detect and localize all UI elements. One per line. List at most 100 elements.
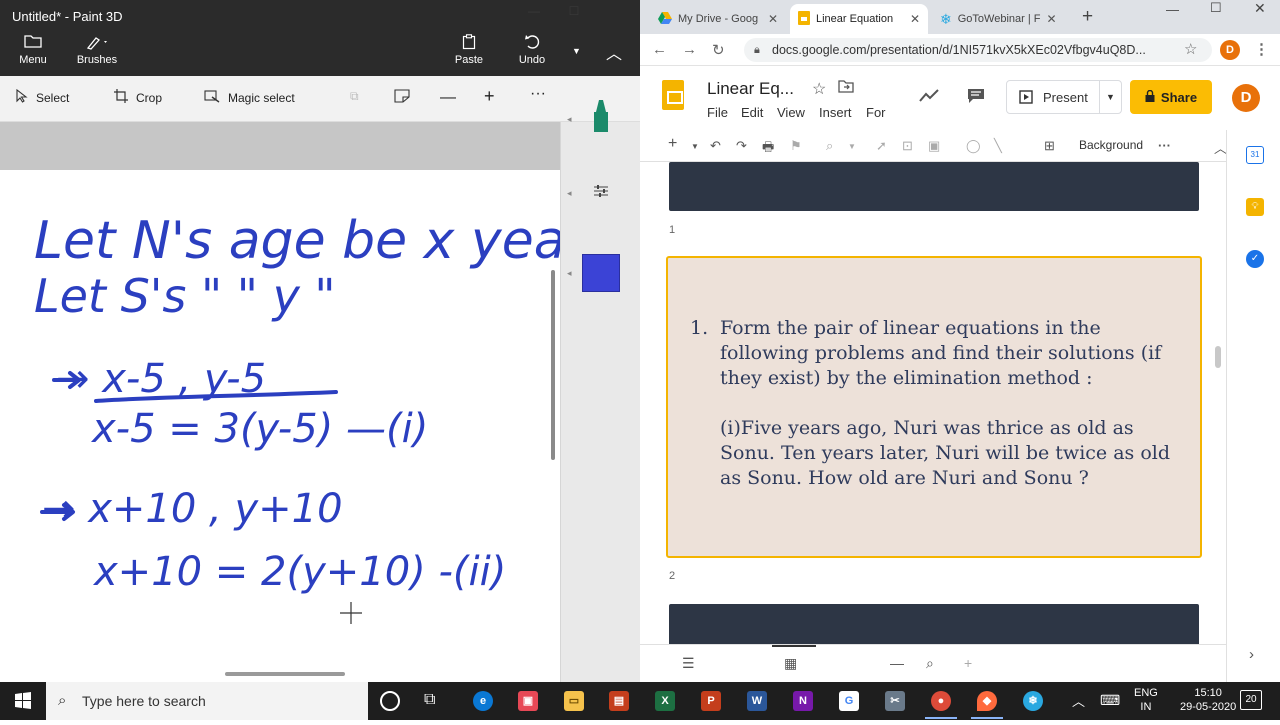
menu-edit[interactable]: Edit [741,105,763,120]
pdf-reader-icon[interactable]: ▤ [609,691,629,711]
file-explorer-icon[interactable]: ▭ [564,691,584,711]
calendar-icon[interactable]: 31 [1246,146,1264,164]
canvas-vertical-scrollbar[interactable] [551,270,555,460]
menu-file[interactable]: File [707,105,728,120]
zoom-out-icon[interactable]: — [890,655,904,671]
marker-icon[interactable] [591,98,611,139]
zoom-dropdown-icon[interactable]: ▼ [848,142,856,151]
chrome-menu-icon[interactable]: ⋮ [1254,40,1269,58]
slide-thumbnail-3[interactable] [669,604,1199,644]
clock[interactable]: 15:10 29-05-2020 [1180,686,1236,714]
undo-button[interactable]: Undo [514,34,550,74]
start-button[interactable] [0,682,46,720]
paint-format-icon[interactable]: ⚑ [790,138,802,154]
canvas-horizontal-scrollbar[interactable] [225,672,345,676]
keep-icon[interactable]: 💡︎ [1246,198,1264,216]
star-icon[interactable]: ☆ [812,79,826,99]
back-icon[interactable]: ← [652,41,667,58]
activity-trend-icon[interactable] [919,88,939,108]
close-tab-icon[interactable]: ✕ [768,12,778,26]
taskbar-search-box[interactable]: ⌕ Type here to search [46,682,368,720]
background-button[interactable]: Background [1079,138,1143,152]
paste-button[interactable]: Paste [450,34,488,74]
tab-linear-equations[interactable]: Linear Equation ✕ [790,4,928,34]
panel-arrow-icon[interactable]: ◂ [567,188,572,199]
tab-gotowebinar[interactable]: ❄ GoToWebinar | F ✕ [932,4,1064,34]
new-tab-icon[interactable]: + [1082,6,1093,28]
select-tool[interactable]: Select [16,88,69,106]
move-folder-icon[interactable] [838,80,854,98]
slide-thumbnail-2[interactable]: 1. Form the pair of linear equations in … [666,256,1202,558]
menu-button[interactable]: Menu [12,34,54,74]
present-options-dropdown-icon[interactable]: ▼ [1099,81,1121,113]
copy-icon[interactable]: ⧉ [350,89,359,104]
cortana-icon[interactable] [380,691,400,711]
filmstrip-scrollbar[interactable] [1215,346,1221,368]
edge-icon[interactable]: e [473,691,493,711]
redo-icon[interactable]: ↷ [736,138,747,154]
image-icon[interactable]: ▣ [928,138,940,154]
collapse-ribbon-icon[interactable]: ︿ [606,40,622,64]
select-arrow-icon[interactable]: ➚ [876,138,887,154]
gotowebinar-taskbar-icon[interactable]: ❄ [1023,691,1043,711]
present-button[interactable]: Present ▼ [1006,80,1122,114]
add-comment-icon[interactable]: ⊞ [1044,138,1055,154]
slide-thumbnail-1[interactable] [669,162,1199,211]
powerpoint-icon[interactable]: P [701,691,721,711]
share-button[interactable]: Share [1130,80,1212,114]
excel-icon[interactable]: X [655,691,675,711]
zoom-in-icon[interactable]: + [484,86,495,107]
zoom-icon[interactable]: ⌕ [826,138,833,154]
google-app-icon[interactable]: G [839,691,859,711]
tasks-icon[interactable]: ✓ [1246,250,1264,268]
profile-avatar[interactable]: D [1220,40,1240,60]
menu-format[interactable]: For [866,105,886,120]
omnibox[interactable]: 🔒︎ docs.google.com/presentation/d/1NI571… [744,38,1212,62]
account-avatar[interactable]: D [1232,84,1260,112]
onenote-icon[interactable]: N [793,691,813,711]
action-center-icon[interactable]: 20 [1240,690,1262,710]
document-title[interactable]: Linear Eq... [707,79,794,99]
undo-history-dropdown-icon[interactable]: ▼ [572,46,581,56]
tab-my-drive[interactable]: My Drive - Goog ✕ [650,4,786,34]
slides-logo-icon[interactable] [662,80,684,110]
close-tab-icon[interactable]: ✕ [910,12,920,26]
reload-icon[interactable]: ↻ [712,41,725,59]
sticker-icon[interactable] [394,89,410,103]
forward-icon[interactable]: → [682,41,697,58]
selected-color-swatch[interactable] [582,254,620,292]
comments-icon[interactable] [967,88,985,109]
language-indicator[interactable]: ENG IN [1134,686,1158,714]
grid-view-icon[interactable]: ▦ [784,655,797,672]
minimize-button[interactable]: — [1166,2,1179,17]
print-icon[interactable]: 🖶︎ [762,138,774,160]
line-icon[interactable]: ╲ [994,138,1002,154]
magic-select-tool[interactable]: Magic select [204,89,295,106]
close-window-button[interactable]: ✕ [1254,0,1266,17]
menu-view[interactable]: View [777,105,805,120]
crop-tool[interactable]: Crop [114,89,162,106]
panel-arrow-icon[interactable]: ◂ [567,268,572,279]
undo-icon[interactable]: ↶ [710,138,721,154]
chrome-icon[interactable]: ● [931,691,951,711]
panel-arrow-icon[interactable]: ◂ [567,114,572,125]
media-app-icon[interactable]: ▣ [518,691,538,711]
drawing-canvas[interactable]: Let N's age be x years Let S's " " y " →… [0,170,560,682]
word-icon[interactable]: W [747,691,767,711]
brushes-button[interactable]: Brushes [74,34,120,74]
adjust-sliders-icon[interactable] [593,184,609,203]
new-slide-dropdown-icon[interactable]: ▼ [691,142,699,151]
more-tools-icon[interactable]: ··· [1158,138,1171,153]
snipping-tool-icon[interactable]: ✂ [885,691,905,711]
task-view-icon[interactable]: ⧉ [424,691,435,709]
minimize-button[interactable]: — [514,4,554,24]
paint3d-taskbar-icon[interactable]: ◆ [977,691,997,711]
text-box-icon[interactable]: ⊡ [902,138,913,154]
menu-insert[interactable]: Insert [819,105,852,120]
bookmark-star-icon[interactable]: ☆ [1184,40,1197,58]
zoom-out-icon[interactable]: — [440,89,456,107]
close-tab-icon[interactable]: ✕ [1046,12,1056,26]
expand-side-panel-icon[interactable]: › [1249,646,1254,663]
maximize-button[interactable]: ☐ [554,4,594,24]
list-view-icon[interactable]: ☰ [682,655,695,672]
